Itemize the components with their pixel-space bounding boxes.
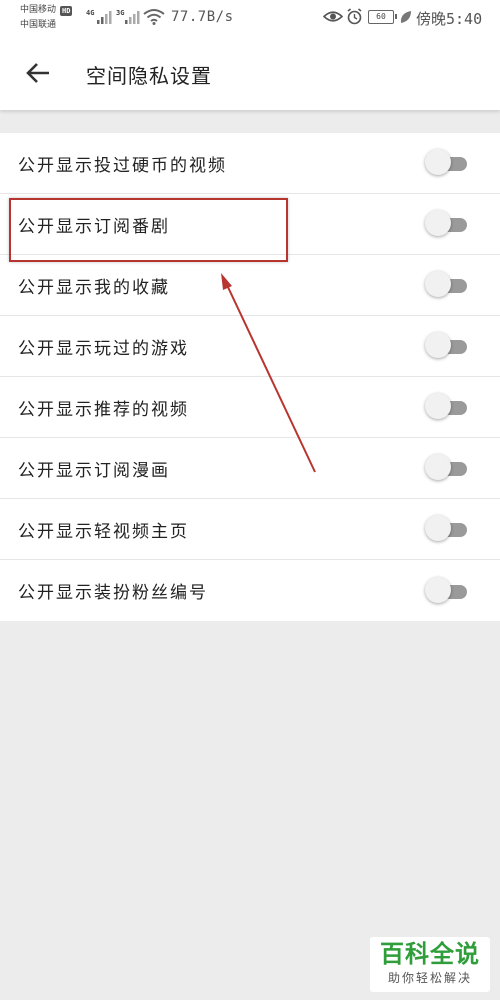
- leaf-icon: [400, 11, 411, 23]
- setting-row-fan-number: 公开显示装扮粉丝编号: [0, 560, 500, 621]
- setting-label: 公开显示订阅漫画: [18, 460, 170, 481]
- arrow-left-icon: [26, 63, 49, 83]
- toggle-knob: [425, 454, 451, 480]
- setting-label: 公开显示装扮粉丝编号: [18, 583, 208, 603]
- toggle-knob: [425, 576, 451, 603]
- carrier-info: 中国移动 HD 中国联通: [20, 3, 73, 33]
- battery-icon: 60: [368, 10, 397, 24]
- setting-row-subscribed-bangumi: 公开显示订阅番剧: [0, 194, 500, 255]
- toggle-switch[interactable]: [425, 515, 469, 543]
- setting-row-light-video-home: 公开显示轻视频主页: [0, 499, 500, 560]
- net-speed: 77.7B/s: [171, 9, 234, 25]
- toggle-knob: [425, 332, 451, 358]
- back-button[interactable]: [18, 54, 58, 92]
- alarm-icon: [347, 8, 362, 25]
- setting-label: 公开显示推荐的视频: [18, 399, 189, 420]
- setting-label: 公开显示玩过的游戏: [18, 338, 189, 359]
- toggle-switch[interactable]: [425, 576, 469, 605]
- hd-badge: HD: [60, 5, 73, 16]
- toggle-switch[interactable]: [425, 454, 469, 482]
- network-type-1: 4G: [86, 9, 95, 17]
- watermark-sub: 助你轻松解决: [387, 971, 472, 985]
- toggle-knob: [425, 210, 451, 236]
- watermark-main: 百科全说: [380, 940, 480, 968]
- app-bar: 空间隐私设置: [0, 36, 500, 110]
- setting-label: 公开显示我的收藏: [18, 277, 170, 298]
- setting-label: 公开显示订阅番剧: [18, 216, 170, 237]
- status-bar: 中国移动 HD 中国联通 4G 3G 77.7B/s 60 傍晚5:40: [0, 0, 500, 36]
- clock: 傍晚5:40: [416, 10, 483, 28]
- setting-row-favorites: 公开显示我的收藏: [0, 255, 500, 316]
- setting-label: 公开显示投过硬币的视频: [18, 155, 227, 176]
- setting-row-played-games: 公开显示玩过的游戏: [0, 316, 500, 377]
- setting-row-subscribed-comics: 公开显示订阅漫画: [0, 438, 500, 499]
- setting-label: 公开显示轻视频主页: [18, 521, 189, 542]
- toggle-knob: [425, 393, 451, 419]
- toggle-switch[interactable]: [425, 210, 469, 238]
- eye-icon: [323, 11, 343, 22]
- wifi-icon: [143, 9, 165, 25]
- carrier-1-label: 中国移动: [20, 5, 57, 15]
- toggle-knob: [425, 271, 451, 297]
- setting-row-recommended-videos: 公开显示推荐的视频: [0, 377, 500, 438]
- page-title: 空间隐私设置: [86, 64, 212, 88]
- toggle-switch[interactable]: [425, 271, 469, 299]
- watermark-logo: 百科全说 助你轻松解决: [370, 937, 490, 992]
- signal-icon: [97, 11, 112, 24]
- toggle-knob: [425, 149, 451, 175]
- toggle-switch[interactable]: [425, 393, 469, 421]
- settings-list: 公开显示投过硬币的视频 公开显示订阅番剧 公开显示我的收藏 公开显示玩过的游戏 …: [0, 133, 500, 621]
- toggle-switch[interactable]: [425, 332, 469, 360]
- carrier-2-label: 中国联通: [20, 20, 57, 30]
- signal-icon: [125, 11, 140, 24]
- setting-row-coins-videos: 公开显示投过硬币的视频: [0, 133, 500, 194]
- toggle-knob: [425, 515, 451, 541]
- toggle-switch[interactable]: [425, 149, 469, 177]
